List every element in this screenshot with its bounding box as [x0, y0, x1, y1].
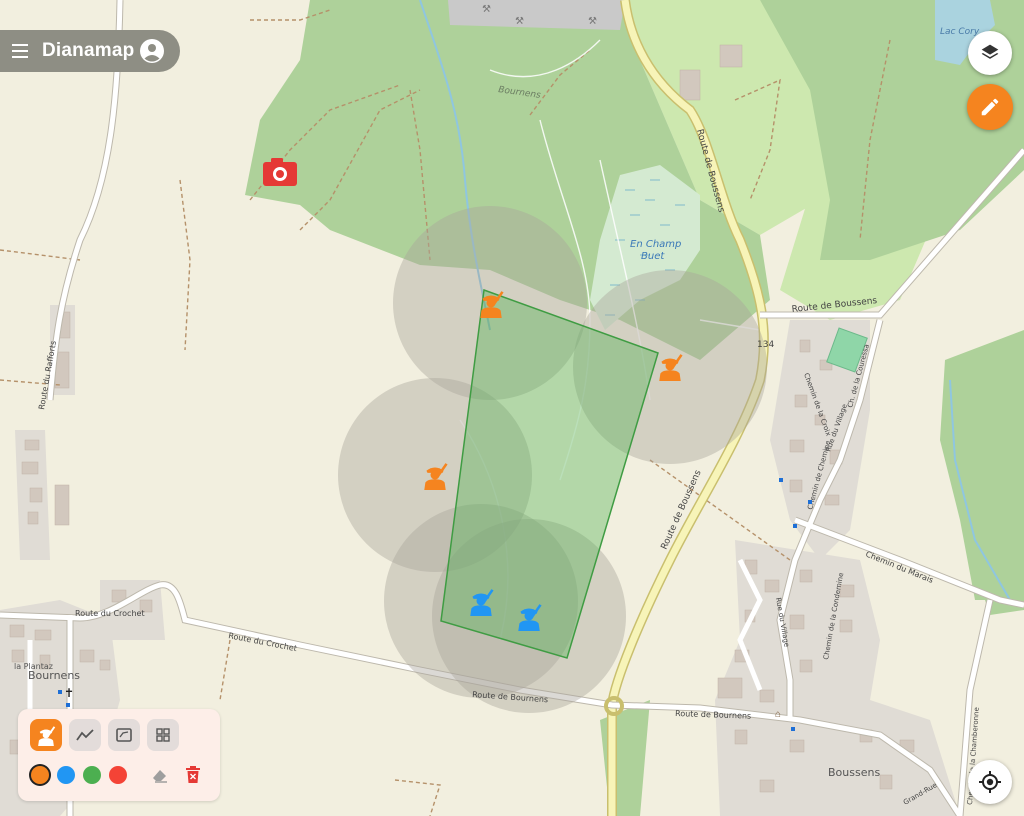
map-canvas[interactable]: ⚒ ⚒ ⚒ Bournens Lac Cory En Champ Buet Ro… [0, 0, 1024, 816]
line-tool-button[interactable] [69, 719, 101, 751]
locate-button[interactable] [968, 760, 1012, 804]
color-orange-swatch[interactable] [31, 766, 49, 784]
polyline-icon [76, 729, 94, 741]
label-road-number: 134 [757, 340, 774, 350]
quarry-area: ⚒ ⚒ ⚒ [448, 0, 625, 30]
label-plantaz: la Plantaz [14, 662, 53, 671]
drawing-toolbox [18, 709, 220, 801]
hunter-tool-button[interactable] [30, 719, 62, 751]
label-lake: Lac Cory [940, 27, 980, 37]
account-icon[interactable] [140, 39, 164, 63]
layers-button[interactable] [968, 31, 1012, 75]
grid-icon [156, 728, 170, 742]
color-green-swatch[interactable] [83, 766, 101, 784]
app-bar: Dianamap [0, 30, 180, 72]
polygon-icon [116, 728, 132, 742]
church-icon: ✝ [64, 686, 74, 700]
edit-button[interactable] [967, 84, 1013, 130]
delete-button[interactable] [182, 764, 204, 786]
app-title: Dianamap [42, 40, 135, 61]
delete-icon [186, 766, 200, 783]
label-champ-1: En Champ [630, 239, 681, 250]
label-village-boussens: Boussens [828, 766, 880, 779]
building-icon: ⌂ [775, 709, 781, 720]
area-tool-button[interactable] [108, 719, 140, 751]
eraser-button[interactable] [149, 764, 171, 786]
label-route-crochet-1: Route du Crochet [75, 609, 145, 618]
svg-text:⚒: ⚒ [588, 16, 597, 27]
menu-icon[interactable] [12, 44, 30, 58]
label-champ-2: Buet [641, 251, 665, 262]
eraser-icon [153, 770, 167, 783]
layers-icon [981, 44, 999, 59]
svg-text:⚒: ⚒ [515, 16, 524, 27]
locate-icon [979, 771, 1001, 793]
svg-text:⚒: ⚒ [482, 4, 491, 15]
pencil-icon [981, 98, 999, 116]
camera-icon[interactable] [263, 158, 297, 186]
color-red-swatch[interactable] [109, 766, 127, 784]
hunter-icon [36, 724, 56, 746]
grid-tool-button[interactable] [147, 719, 179, 751]
color-blue-swatch[interactable] [57, 766, 75, 784]
